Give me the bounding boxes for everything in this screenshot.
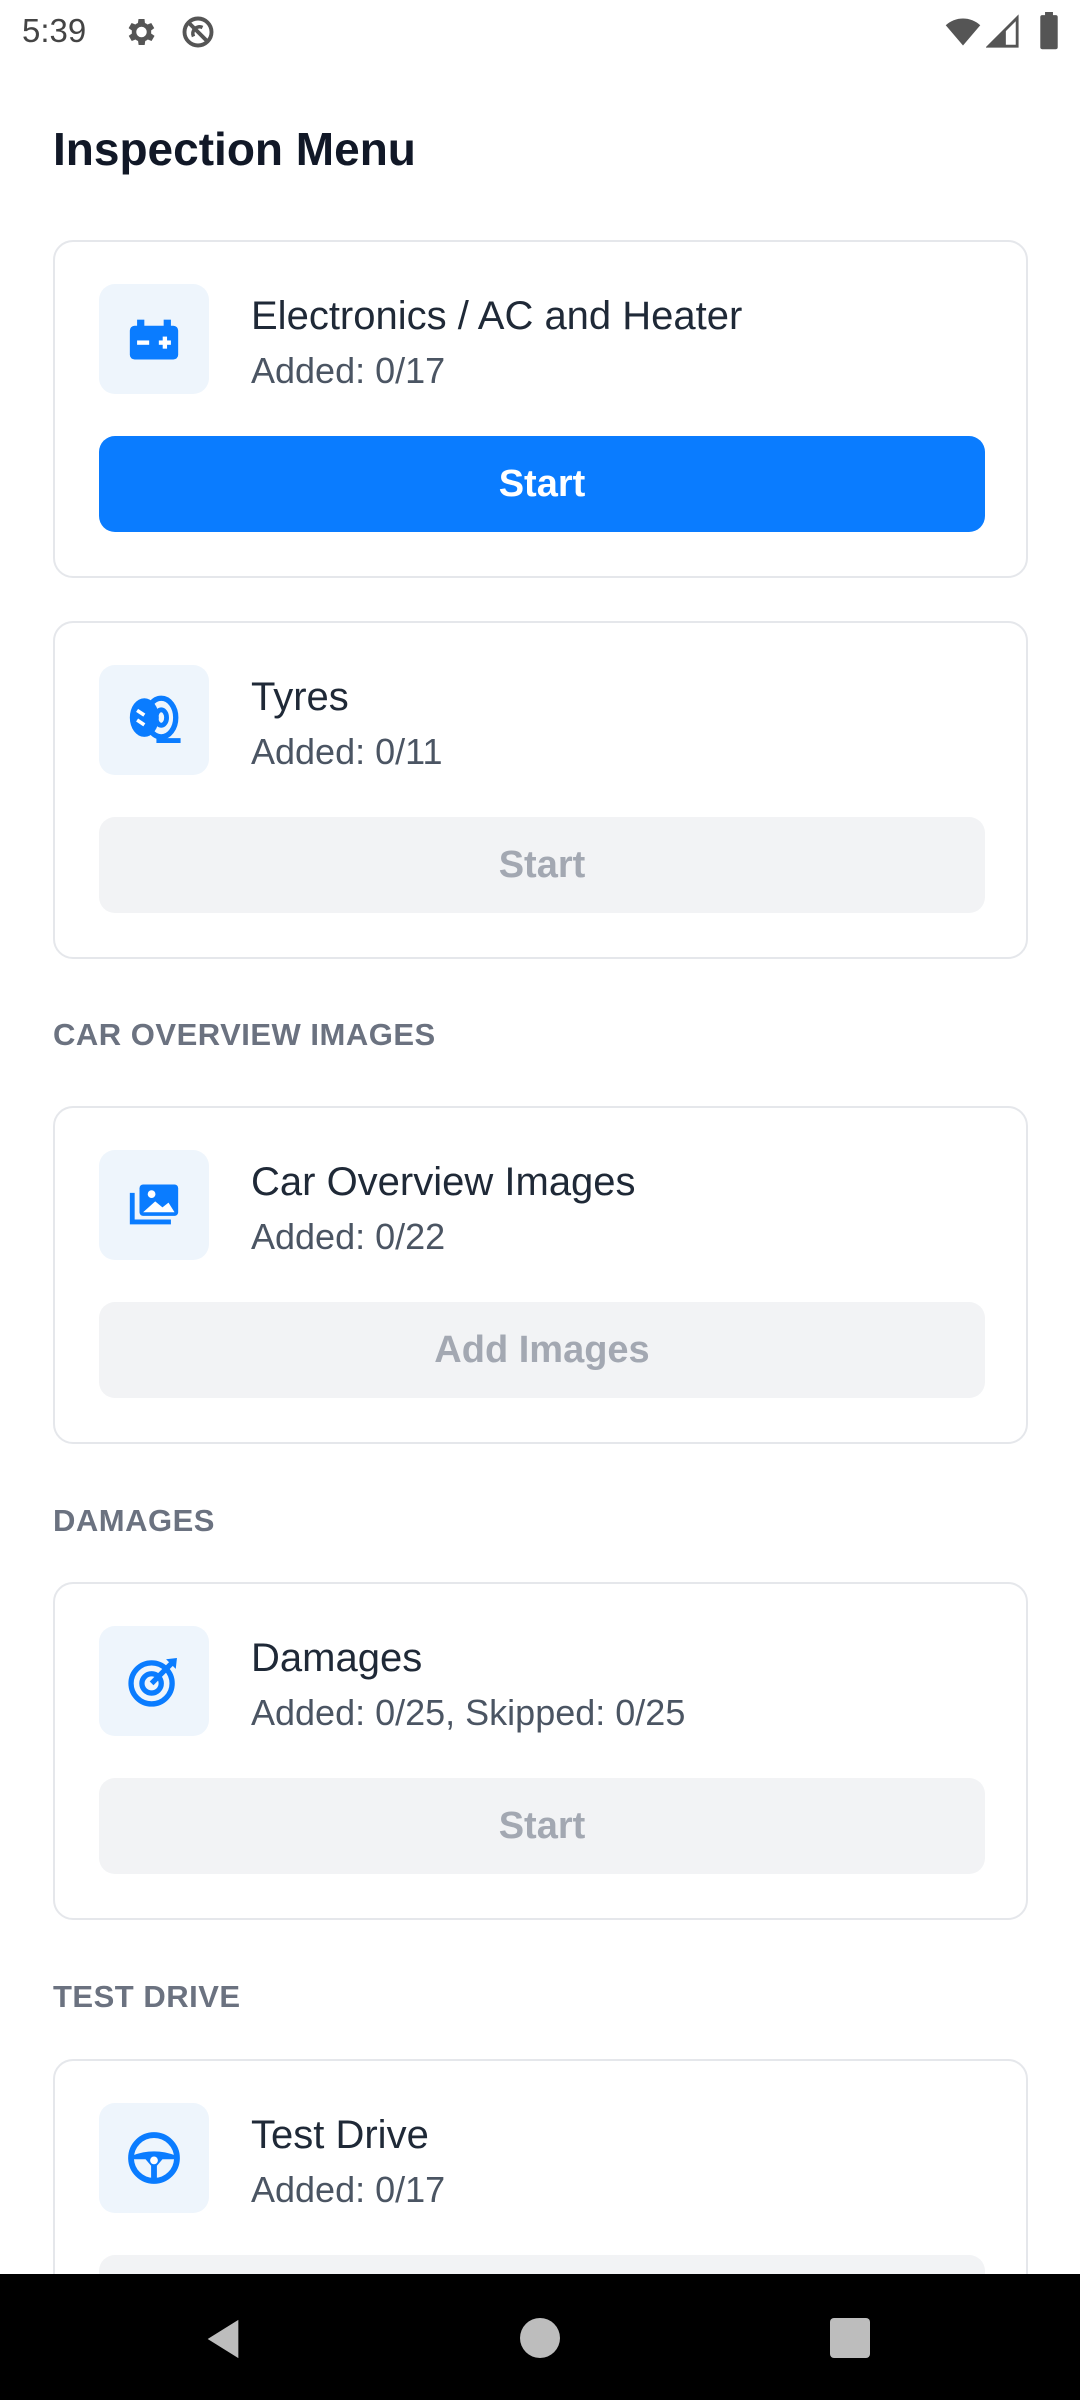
section-header-damages: DAMAGES bbox=[53, 1503, 215, 1538]
battery-icon bbox=[129, 319, 179, 360]
add-images-button[interactable]: Add Images bbox=[99, 1302, 985, 1398]
card-progress: Added: 0/17 bbox=[251, 350, 446, 391]
card-title: Electronics / AC and Heater bbox=[251, 294, 743, 338]
card-icon-container bbox=[99, 2103, 209, 2213]
inspection-card-electronics: Electronics / AC and Heater Added: 0/17 … bbox=[53, 240, 1028, 578]
card-icon-container bbox=[99, 284, 209, 394]
card-title: Damages bbox=[251, 1636, 423, 1680]
card-progress: Added: 0/22 bbox=[251, 1216, 446, 1257]
status-time: 5:39 bbox=[22, 12, 87, 49]
battery-icon bbox=[1040, 12, 1058, 50]
home-icon[interactable] bbox=[520, 2318, 560, 2358]
card-icon-container bbox=[99, 1626, 209, 1736]
start-button-damages[interactable]: Start bbox=[99, 1778, 985, 1874]
target-icon bbox=[128, 1658, 177, 1707]
card-progress: Added: 0/11 bbox=[251, 731, 443, 772]
card-title: Car Overview Images bbox=[251, 1160, 636, 1204]
do-not-disturb-icon bbox=[182, 16, 214, 48]
section-header-test-drive: TEST DRIVE bbox=[53, 1979, 241, 2014]
wifi-icon bbox=[945, 18, 981, 46]
recents-icon[interactable] bbox=[830, 2318, 870, 2358]
status-bar: 5:39 bbox=[0, 0, 1080, 64]
inspection-card-car-overview: Car Overview Images Added: 0/22 Add Imag… bbox=[53, 1106, 1028, 1444]
signal-icon bbox=[986, 14, 1019, 48]
images-icon bbox=[129, 1184, 179, 1225]
system-navigation-bar bbox=[0, 2274, 1080, 2400]
inspection-card-tyres: Tyres Added: 0/11 Start bbox=[53, 621, 1028, 959]
gear-icon bbox=[128, 18, 155, 46]
back-icon[interactable] bbox=[200, 2316, 246, 2362]
card-progress: Added: 0/17 bbox=[251, 2169, 446, 2210]
steering-wheel-icon bbox=[128, 2132, 180, 2184]
start-button-electronics[interactable]: Start bbox=[99, 436, 985, 532]
section-header-car-overview: CAR OVERVIEW IMAGES bbox=[53, 1017, 436, 1052]
card-title: Test Drive bbox=[251, 2113, 429, 2157]
inspection-card-damages: Damages Added: 0/25, Skipped: 0/25 Start bbox=[53, 1582, 1028, 1920]
card-icon-container bbox=[99, 1150, 209, 1260]
card-icon-container bbox=[99, 665, 209, 775]
card-progress: Added: 0/25, Skipped: 0/25 bbox=[251, 1692, 686, 1733]
tyre-icon bbox=[129, 695, 181, 743]
start-button-tyres[interactable]: Start bbox=[99, 817, 985, 913]
card-title: Tyres bbox=[251, 675, 349, 719]
page-title: Inspection Menu bbox=[53, 123, 416, 175]
